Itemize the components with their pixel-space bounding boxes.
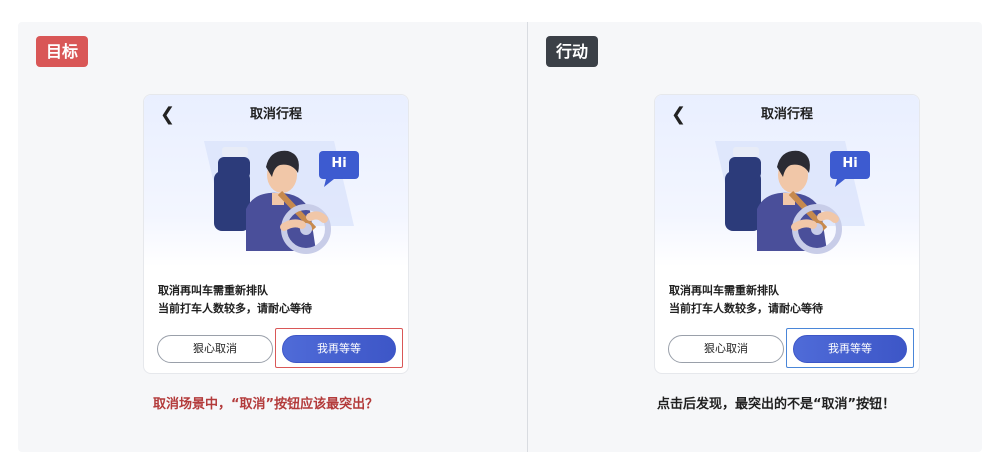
driver-illustration — [204, 141, 359, 254]
hi-bubble-text: Hi — [842, 156, 858, 171]
goal-tag: 目标 — [36, 36, 89, 67]
message-line-1: 取消再叫车需重新排队 — [158, 284, 268, 297]
action-tag: 行动 — [546, 36, 599, 67]
action-caption: 点击后发现，最突出的不是“取消”按钮！ — [657, 397, 896, 412]
message-line-1: 取消再叫车需重新排队 — [669, 284, 779, 297]
cancel-button[interactable]: 狠心取消 — [157, 335, 273, 363]
message-line-2: 当前打车人数较多，请耐心等待 — [158, 302, 312, 315]
message-line-2: 当前打车人数较多，请耐心等待 — [669, 302, 823, 315]
goal-caption: 取消场景中，“取消”按钮应该最突出？ — [153, 397, 379, 412]
card-title: 取消行程 — [760, 107, 813, 122]
goal-highlight-box — [275, 328, 403, 368]
panel-divider — [527, 22, 528, 452]
action-highlight-box — [786, 328, 914, 368]
card-title: 取消行程 — [249, 107, 302, 122]
hi-bubble-text: Hi — [331, 156, 347, 171]
driver-illustration — [715, 141, 870, 254]
cancel-button[interactable]: 狠心取消 — [668, 335, 784, 363]
